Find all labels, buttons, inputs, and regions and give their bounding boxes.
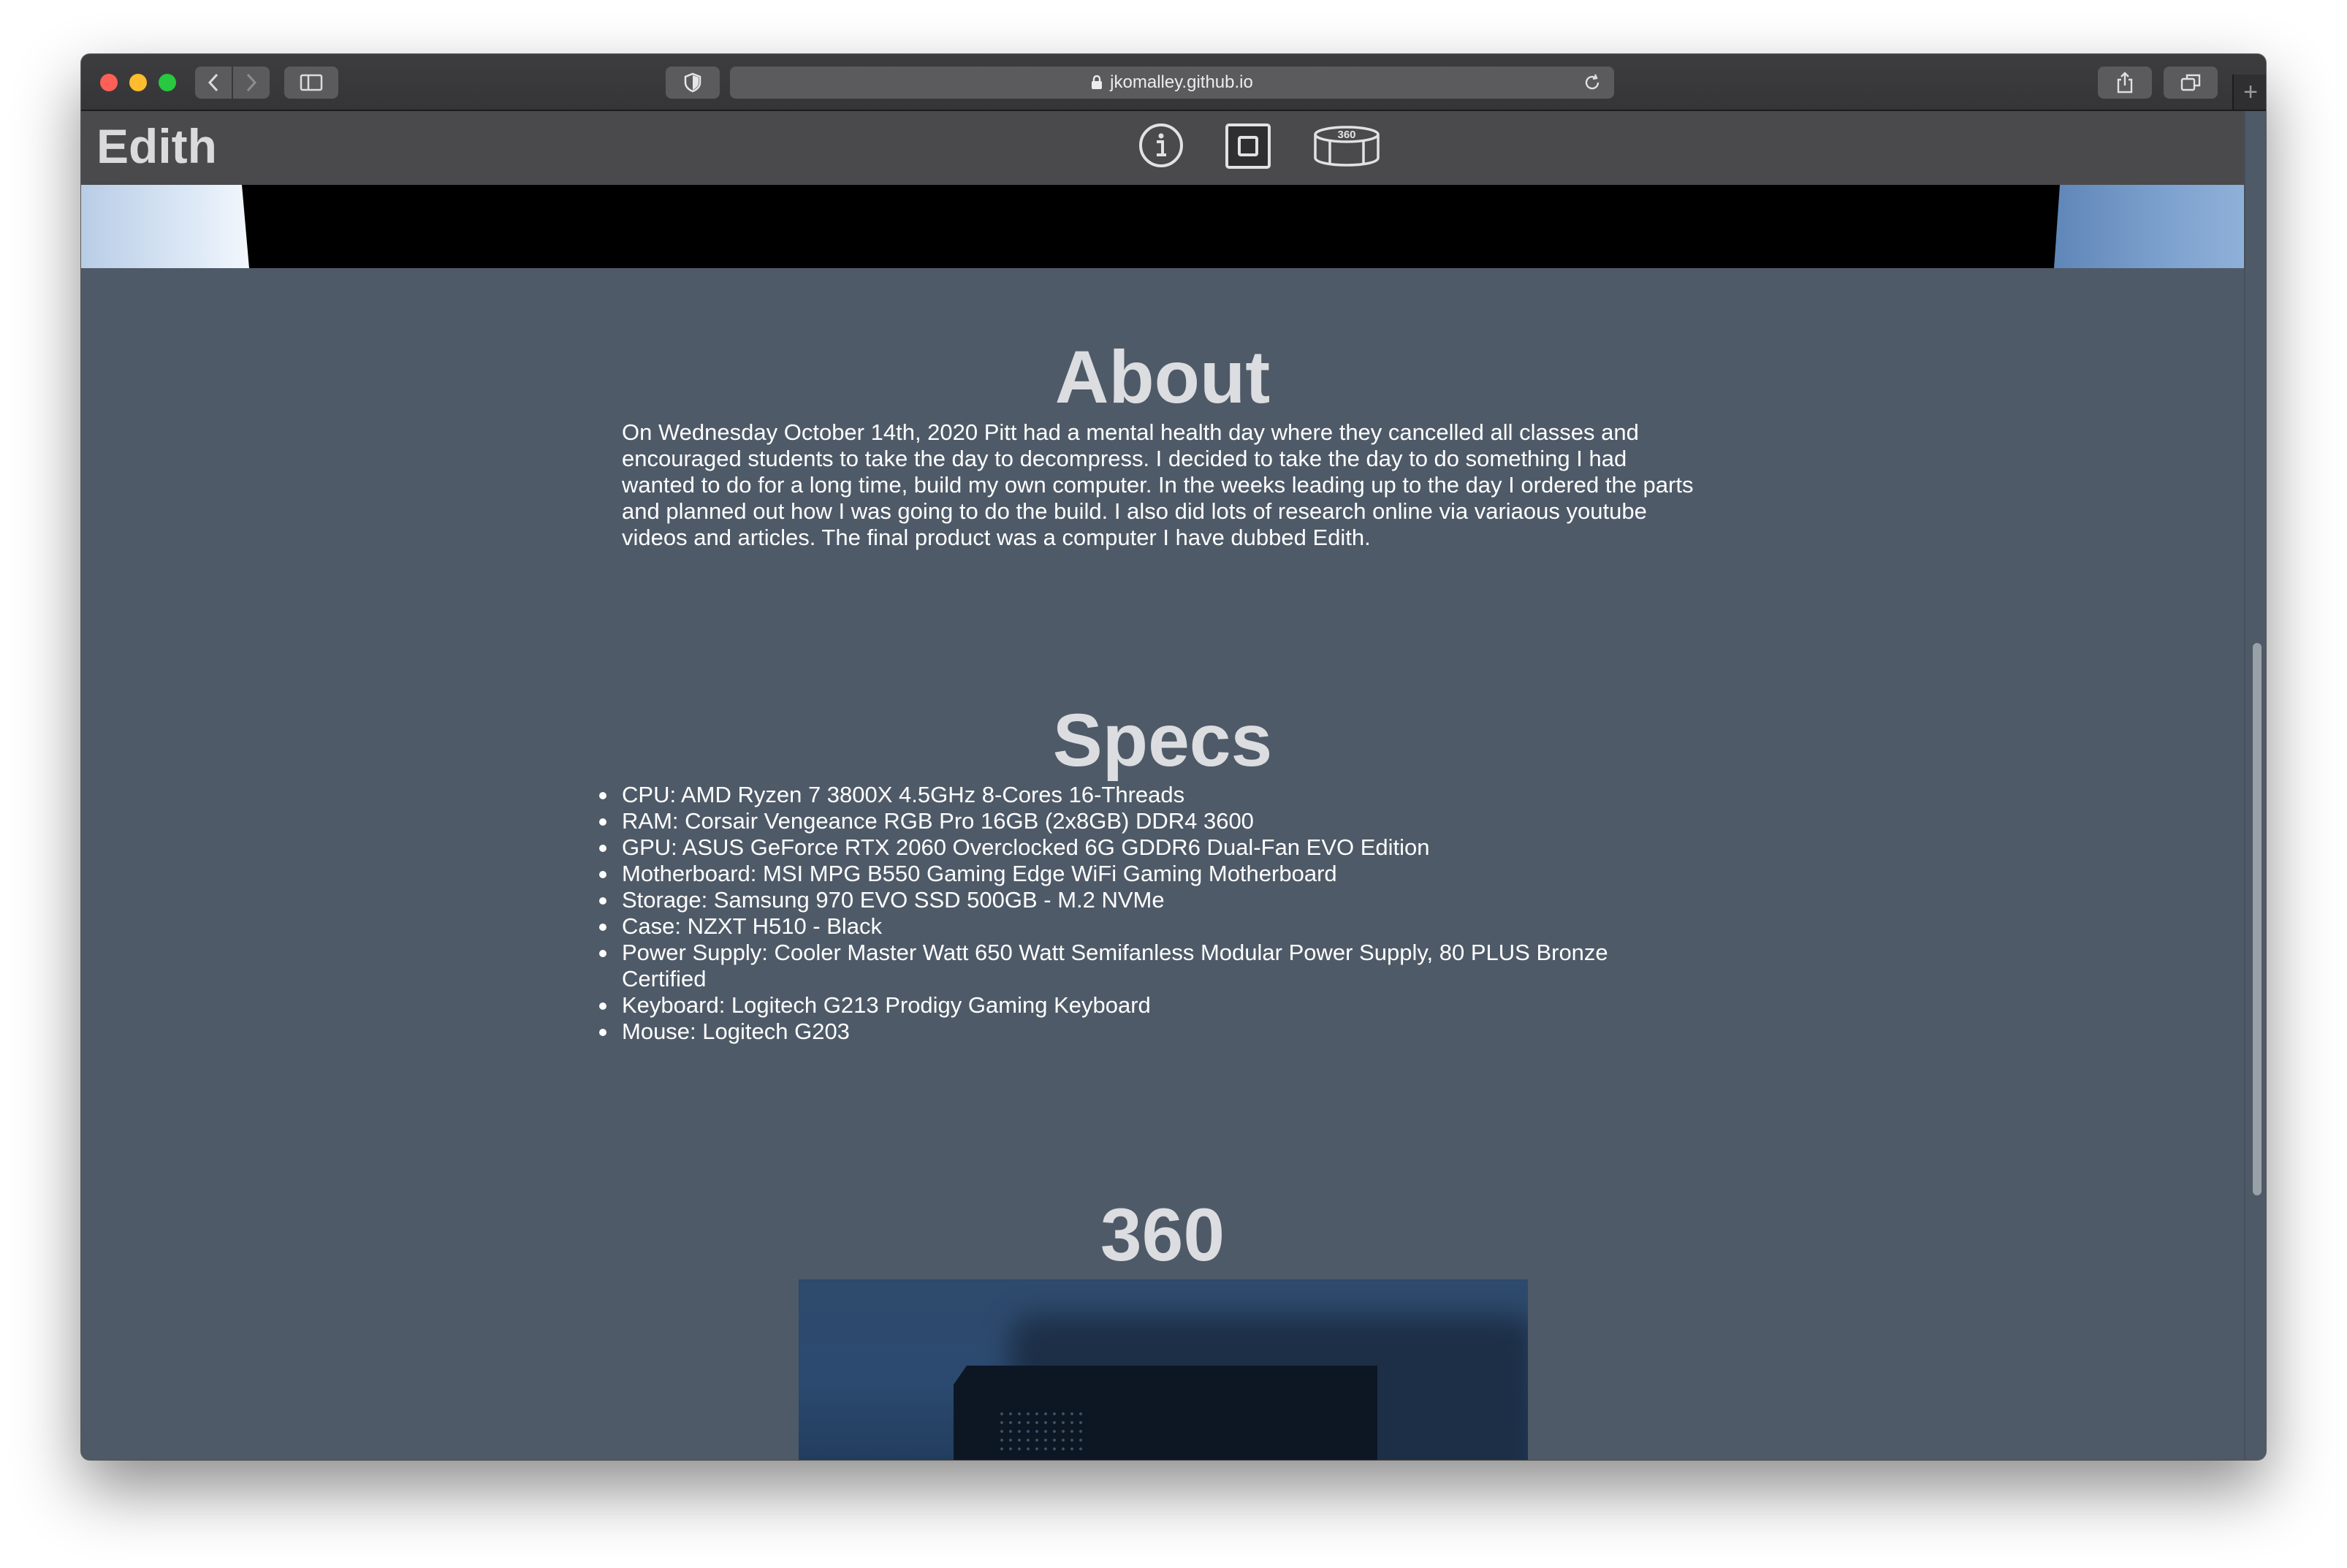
sidebar-toggle-button[interactable] <box>284 66 338 99</box>
sidebar-icon <box>300 74 323 91</box>
specs-heading: Specs <box>1052 699 1273 782</box>
view-360-viewer[interactable] <box>799 1279 1528 1460</box>
reload-icon[interactable] <box>1582 72 1602 93</box>
info-icon[interactable] <box>1137 121 1185 170</box>
plus-icon: + <box>2243 77 2258 106</box>
url-text: jkomalley.github.io <box>1110 72 1253 92</box>
panorama-360-icon[interactable]: 360 <box>1313 124 1380 168</box>
hero-banner-image <box>81 185 2244 268</box>
chevron-left-icon <box>208 73 218 92</box>
spec-item-keyboard: Keyboard: Logitech G213 Prodigy Gaming K… <box>599 992 1696 1019</box>
site-title[interactable]: Edith <box>96 118 217 174</box>
about-heading: About <box>1054 335 1271 419</box>
new-tab-button[interactable]: + <box>2232 75 2266 110</box>
minimize-window-button[interactable] <box>129 74 147 91</box>
hero-left-highlight <box>81 185 249 268</box>
web-page: Edith 360 About On Wednesday October 14t… <box>81 111 2244 1460</box>
address-bar[interactable]: jkomalley.github.io <box>730 66 1614 99</box>
spec-item-cpu: CPU: AMD Ryzen 7 3800X 4.5GHz 8-Cores 16… <box>599 782 1696 808</box>
spec-item-storage: Storage: Samsung 970 EVO SSD 500GB - M.2… <box>599 887 1696 913</box>
share-button[interactable] <box>2098 66 2152 99</box>
share-icon <box>2117 72 2133 94</box>
spec-item-motherboard: Motherboard: MSI MPG B550 Gaming Edge Wi… <box>599 861 1696 887</box>
panorama-360-label: 360 <box>1337 129 1355 141</box>
specs-list: CPU: AMD Ryzen 7 3800X 4.5GHz 8-Cores 16… <box>599 782 1696 1045</box>
tabs-overview-icon <box>2180 74 2201 91</box>
spec-item-power-supply: Power Supply: Cooler Master Watt 650 Wat… <box>599 940 1696 992</box>
spec-item-mouse: Mouse: Logitech G203 <box>599 1019 1696 1045</box>
view-360-heading: 360 <box>1100 1193 1225 1276</box>
forward-button[interactable] <box>233 66 270 99</box>
square-stop-icon[interactable] <box>1225 123 1271 170</box>
zoom-window-button[interactable] <box>159 74 176 91</box>
pc-case-image <box>954 1366 1377 1460</box>
spec-item-ram: RAM: Corsair Vengeance RGB Pro 16GB (2x8… <box>599 808 1696 834</box>
close-window-button[interactable] <box>100 74 118 91</box>
hero-right-highlight <box>2054 185 2244 268</box>
back-button[interactable] <box>195 66 232 99</box>
browser-window: jkomalley.github.io + Edith 360 About On… <box>81 54 2266 1460</box>
spec-item-case: Case: NZXT H510 - Black <box>599 913 1696 940</box>
lock-icon <box>1092 75 1103 89</box>
shield-icon <box>684 72 701 93</box>
pc-case-vent <box>997 1409 1085 1453</box>
spec-item-gpu: GPU: ASUS GeForce RTX 2060 Overclocked 6… <box>599 834 1696 861</box>
scrollbar-thumb[interactable] <box>2253 643 2262 1195</box>
tab-overview-button[interactable] <box>2164 66 2218 99</box>
privacy-report-button[interactable] <box>666 66 720 99</box>
about-paragraph: On Wednesday October 14th, 2020 Pitt had… <box>622 419 1694 550</box>
site-header: Edith 360 <box>81 111 2244 185</box>
browser-toolbar: jkomalley.github.io + <box>81 54 2266 111</box>
chevron-right-icon <box>246 73 257 92</box>
